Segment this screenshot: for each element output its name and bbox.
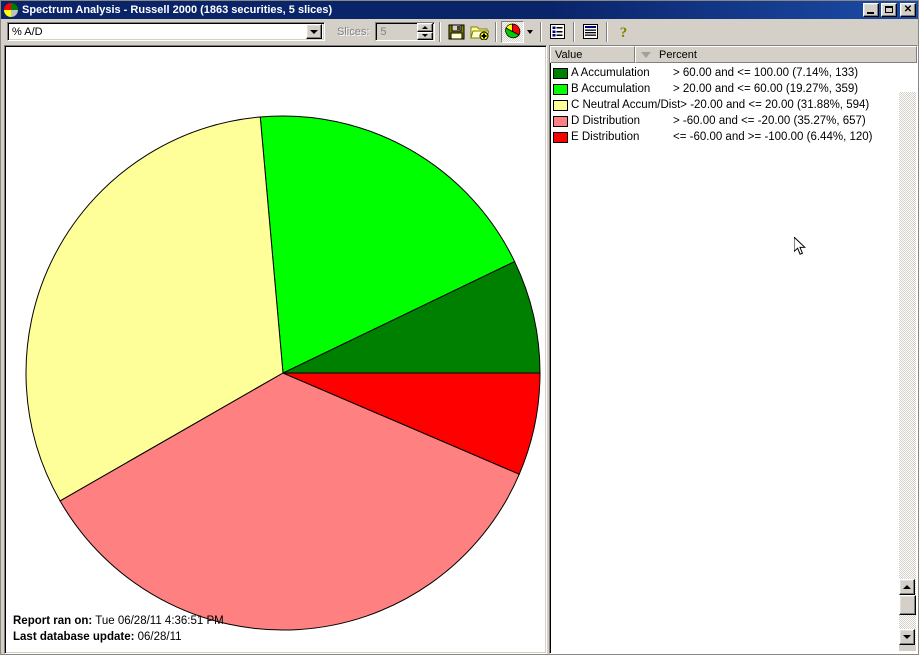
title-bar: Spectrum Analysis - Russell 2000 (1863 s… bbox=[1, 1, 918, 19]
close-icon: ✕ bbox=[903, 4, 913, 15]
legend-row-label: B Accumulation bbox=[571, 83, 651, 95]
question-mark-icon: ? bbox=[620, 25, 628, 40]
slices-spinner-buttons[interactable] bbox=[417, 23, 434, 40]
scrollbar-corner bbox=[899, 645, 916, 651]
legend-row-range: <= -60.00 and >= -100.00 (6.44%, 120) bbox=[673, 131, 873, 143]
toolbar-separator bbox=[606, 21, 609, 42]
legend-column-percent[interactable]: Percent bbox=[635, 46, 917, 63]
chevron-down-icon[interactable] bbox=[306, 24, 322, 39]
legend-row-range: > 60.00 and <= 100.00 (7.14%, 133) bbox=[673, 67, 859, 79]
last-update-value: 06/28/11 bbox=[137, 631, 182, 643]
report-view-icon bbox=[583, 24, 599, 39]
report-ran-label: Report ran on: bbox=[13, 615, 93, 627]
legend-column-percent-label: Percent bbox=[659, 48, 697, 61]
legend-row-range: > -20.00 and <= 20.00 (31.88%, 594) bbox=[680, 99, 870, 111]
scrollbar-track-top[interactable] bbox=[899, 92, 916, 579]
pie-chart-icon bbox=[505, 23, 521, 39]
help-button[interactable]: ? bbox=[612, 21, 635, 43]
last-update-line: Last database update: 06/28/11 bbox=[13, 631, 182, 643]
legend-color-swatch bbox=[553, 115, 568, 127]
legend-column-value[interactable]: Value bbox=[550, 46, 635, 63]
save-button[interactable] bbox=[445, 21, 468, 43]
legend-row[interactable]: C Neutral Accum/Dist > -20.00 and <= 20.0… bbox=[550, 97, 917, 113]
legend-row-label: C Neutral Accum/Dist bbox=[571, 99, 681, 111]
minimize-button[interactable] bbox=[863, 3, 879, 17]
content-area: Report ran on: Tue 06/28/11 4:36:51 PM L… bbox=[1, 45, 918, 654]
legend-column-value-label: Value bbox=[555, 48, 583, 61]
legend-row[interactable]: B Accumulation > 20.00 and <= 60.00 (19.2… bbox=[550, 81, 917, 97]
slices-stepper[interactable]: 5 bbox=[375, 22, 436, 41]
legend-row-label: D Distribution bbox=[571, 115, 641, 127]
toolbar-separator bbox=[573, 21, 576, 42]
toolbar-separator bbox=[540, 21, 543, 42]
close-button[interactable]: ✕ bbox=[900, 3, 916, 17]
legend-row-range: > -60.00 and <= -20.00 (35.27%, 657) bbox=[673, 115, 866, 127]
window-controls: ✕ bbox=[863, 3, 916, 17]
legend-header: Value Percent bbox=[550, 46, 917, 63]
chevron-down-icon bbox=[527, 29, 534, 34]
legend-row[interactable]: D Distribution > -60.00 and <= -20.00 (35… bbox=[550, 113, 917, 129]
legend-color-swatch bbox=[553, 83, 568, 95]
slices-label: Slices: bbox=[337, 25, 370, 38]
metric-select-value: % A/D bbox=[12, 25, 43, 38]
toolbar-separator bbox=[439, 21, 442, 42]
legend-row-range: > 20.00 and <= 60.00 (19.27%, 359) bbox=[673, 83, 859, 95]
legend-color-swatch bbox=[553, 99, 568, 111]
app-pie-chart-icon bbox=[4, 3, 18, 17]
legend-row[interactable]: A Accumulation > 60.00 and <= 100.00 (7.1… bbox=[550, 65, 917, 81]
report-ran-line: Report ran on: Tue 06/28/11 4:36:51 PM bbox=[13, 615, 224, 627]
legend-vertical-scrollbar[interactable] bbox=[899, 92, 916, 651]
legend-row[interactable]: E Distribution <= -60.00 and >= -100.00 (… bbox=[550, 129, 917, 145]
chart-pane: Report ran on: Tue 06/28/11 4:36:51 PM L… bbox=[4, 45, 547, 654]
legend-row-label: E Distribution bbox=[571, 131, 640, 143]
maximize-button[interactable] bbox=[881, 3, 897, 17]
slices-value: 5 bbox=[380, 25, 387, 38]
last-update-label: Last database update: bbox=[13, 631, 135, 643]
pie-chart-view-button[interactable] bbox=[501, 20, 525, 43]
report-view-button[interactable] bbox=[579, 21, 602, 43]
legend-color-swatch bbox=[553, 131, 568, 143]
floppy-disk-icon bbox=[448, 24, 465, 40]
toolbar: % A/D Slices: 5 ? bbox=[1, 19, 918, 45]
legend-pane: Value Percent A Accumulation > 60.00 and … bbox=[549, 45, 918, 654]
list-view-icon bbox=[550, 24, 566, 39]
report-ran-value: Tue 06/28/11 4:36:51 PM bbox=[95, 615, 224, 627]
legend-row-label: A Accumulation bbox=[571, 67, 650, 79]
scrollbar-track-mid[interactable] bbox=[899, 615, 916, 629]
slices-increment-button[interactable] bbox=[417, 23, 434, 32]
sort-descending-icon bbox=[641, 51, 651, 58]
window-title: Spectrum Analysis - Russell 2000 (1863 s… bbox=[22, 4, 333, 16]
scroll-up-button[interactable] bbox=[899, 579, 915, 595]
scroll-down-button[interactable] bbox=[899, 629, 915, 645]
legend-list: A Accumulation > 60.00 and <= 100.00 (7.1… bbox=[550, 63, 917, 145]
slices-decrement-button[interactable] bbox=[417, 31, 434, 40]
open-button[interactable] bbox=[468, 21, 491, 43]
metric-select[interactable]: % A/D bbox=[7, 22, 325, 41]
application-window: Spectrum Analysis - Russell 2000 (1863 s… bbox=[0, 0, 919, 655]
svg-text:?: ? bbox=[620, 25, 628, 40]
toolbar-separator bbox=[495, 21, 498, 42]
legend-color-swatch bbox=[553, 67, 568, 79]
chart-type-dropdown-button[interactable] bbox=[524, 21, 536, 43]
scrollbar-thumb[interactable] bbox=[899, 595, 916, 615]
pie-chart[interactable] bbox=[5, 46, 546, 649]
open-folder-add-icon bbox=[470, 26, 490, 40]
list-view-button[interactable] bbox=[546, 21, 569, 43]
